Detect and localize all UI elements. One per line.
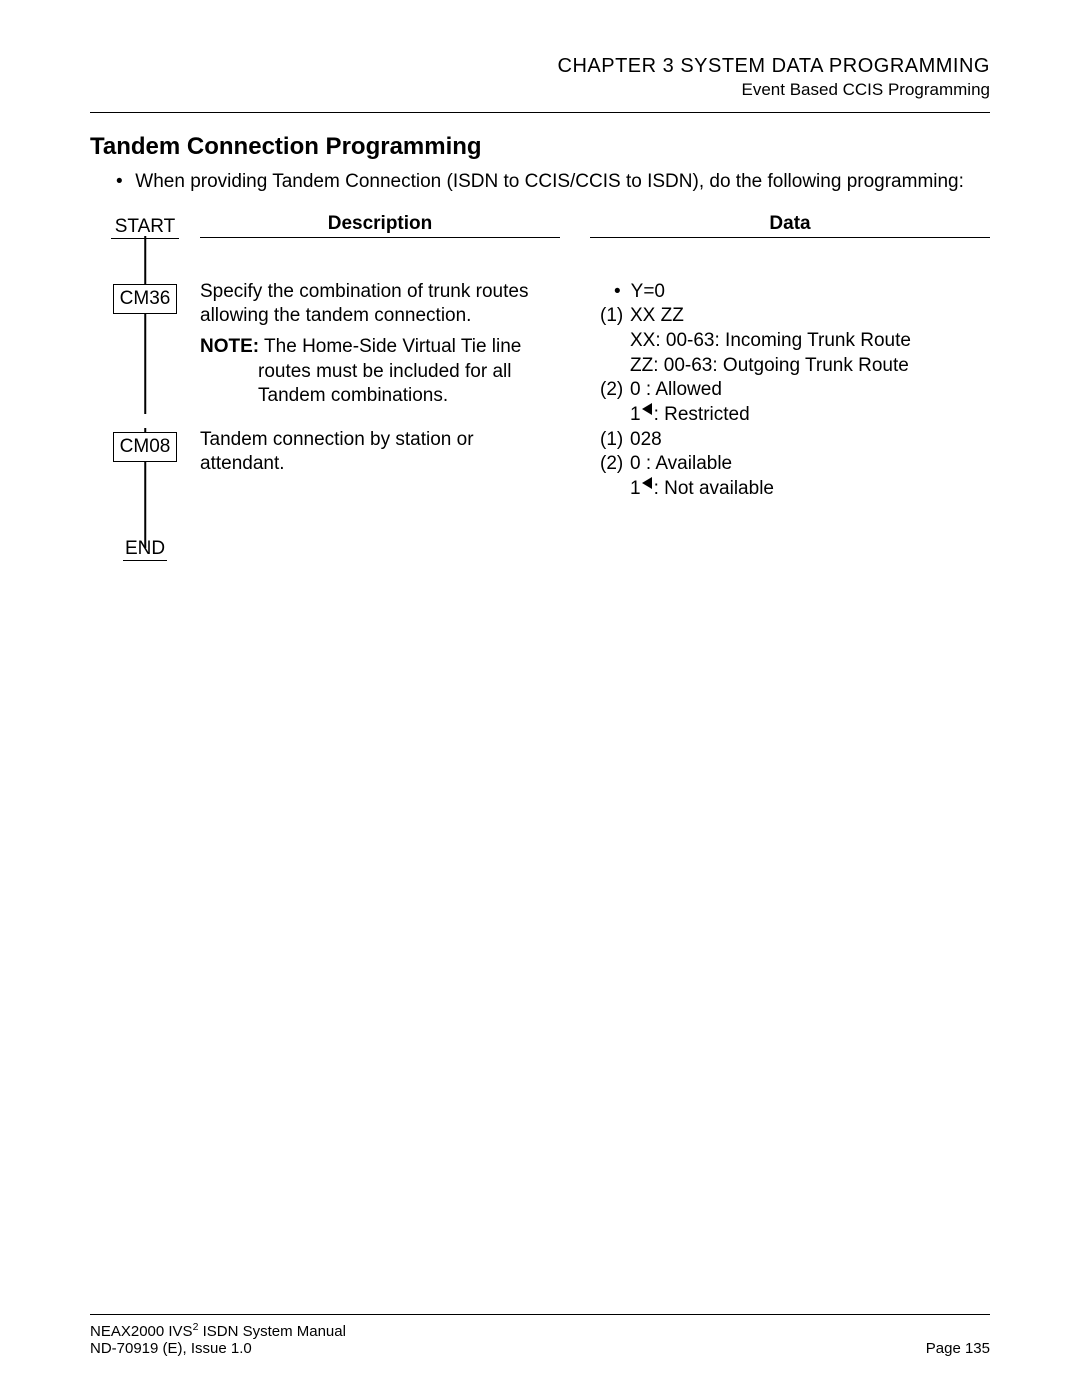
section-title: Tandem Connection Programming — [90, 133, 990, 161]
data-bullet: Y=0 — [614, 280, 990, 305]
bullet-icon: • — [116, 169, 130, 195]
step-row: CM36 Specify the combination of trunk ro… — [90, 244, 990, 428]
chapter-subtitle: Event Based CCIS Programming — [90, 80, 990, 100]
intro-paragraph: • When providing Tandem Connection (ISDN… — [116, 169, 990, 195]
step-content: Specify the combination of trunk routes … — [200, 244, 990, 428]
column-headers: START Description Data — [90, 213, 990, 238]
data-line: (1)XX ZZ — [600, 304, 990, 329]
page-header: CHAPTER 3 SYSTEM DATA PROGRAMMING Event … — [90, 55, 990, 100]
description-text: Tandem connection by station or attendan… — [200, 428, 560, 477]
note-text: The Home-Side Virtual Tie line routes mu… — [258, 336, 521, 406]
data-line: (2)0 : Available — [600, 452, 990, 477]
flow-header: START — [90, 216, 200, 238]
data-line: ZZ: 00-63: Outgoing Trunk Route — [630, 354, 990, 379]
flow-connector — [144, 236, 146, 414]
chapter-title: CHAPTER 3 SYSTEM DATA PROGRAMMING — [90, 55, 990, 78]
description-cell: Specify the combination of trunk routes … — [200, 244, 570, 428]
data-line: XX: 00-63: Incoming Trunk Route — [630, 329, 990, 354]
data-line: 1: Not available — [630, 477, 990, 502]
flowchart-column: CM08 END — [90, 428, 200, 568]
data-cell: Y=0 (1)XX ZZ XX: 00-63: Incoming Trunk R… — [600, 244, 990, 428]
footer-left: NEAX2000 IVS2 ISDN System Manual ND-7091… — [90, 1321, 346, 1357]
programming-table: START Description Data CM36 Specify the … — [90, 213, 990, 568]
command-box: CM08 — [113, 432, 178, 462]
header-rule — [90, 112, 990, 113]
step-row: CM08 END Tandem connection by station or… — [90, 428, 990, 568]
page-number: Page 135 — [926, 1340, 990, 1357]
step-content: Tandem connection by station or attendan… — [200, 428, 990, 568]
description-cell: Tandem connection by station or attendan… — [200, 428, 570, 568]
description-text: Specify the combination of trunk routes … — [200, 280, 560, 329]
intro-text: When providing Tandem Connection (ISDN t… — [135, 171, 964, 192]
manual-title: NEAX2000 IVS2 ISDN System Manual — [90, 1321, 346, 1340]
note-block: NOTE: The Home-Side Virtual Tie line rou… — [258, 335, 560, 409]
page: CHAPTER 3 SYSTEM DATA PROGRAMMING Event … — [0, 0, 1080, 1397]
data-line: (2)0 : Allowed — [600, 378, 990, 403]
footer-rule — [90, 1314, 990, 1315]
page-footer: NEAX2000 IVS2 ISDN System Manual ND-7091… — [90, 1314, 990, 1357]
note-label: NOTE: — [200, 336, 259, 357]
data-cell: (1)028 (2)0 : Available 1: Not available — [600, 428, 990, 568]
default-marker-icon — [642, 403, 652, 415]
flowchart-column: CM36 — [90, 244, 200, 414]
description-header: Description — [200, 213, 560, 238]
data-header: Data — [590, 213, 990, 238]
command-box: CM36 — [113, 284, 178, 314]
default-marker-icon — [642, 477, 652, 489]
data-line: 1: Restricted — [630, 403, 990, 428]
data-line: (1)028 — [600, 428, 990, 453]
doc-number: ND-70919 (E), Issue 1.0 — [90, 1340, 346, 1357]
